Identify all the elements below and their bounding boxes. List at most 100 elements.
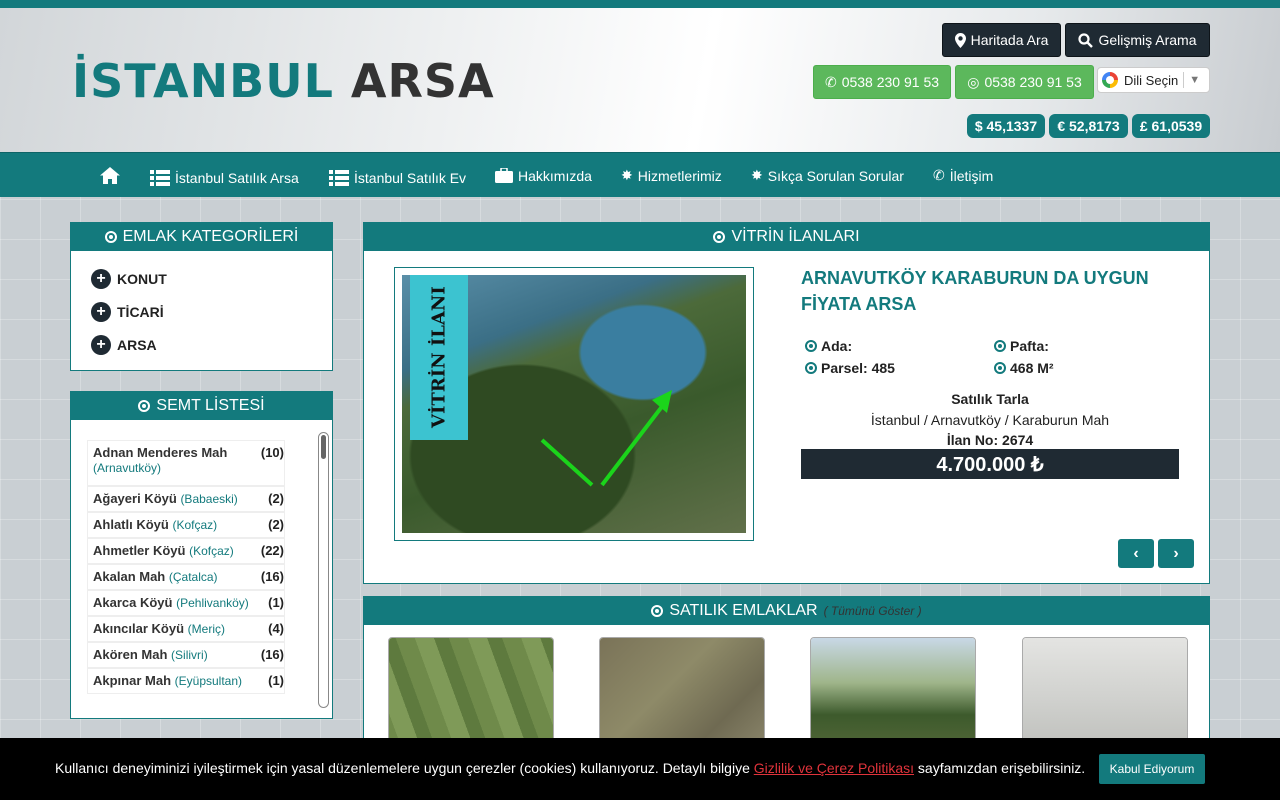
category-ticari[interactable]: + TİCARİ bbox=[91, 302, 164, 322]
semt-title: SEMT LİSTESİ bbox=[156, 397, 265, 414]
circle-dot-icon bbox=[994, 362, 1006, 374]
header: İSTANBUL ARSA Haritada Ara Gelişmiş Aram… bbox=[0, 8, 1280, 152]
nav-hizmetlerimiz[interactable]: ✸ Hizmetlerimiz bbox=[621, 153, 722, 198]
nav-label: İletişim bbox=[949, 167, 994, 184]
semt-name: Akarca Köyü bbox=[93, 595, 173, 610]
semt-name: Akalan Mah bbox=[93, 569, 166, 584]
semt-name: Ağayeri Köyü bbox=[93, 491, 177, 506]
category-konut[interactable]: + KONUT bbox=[91, 269, 167, 289]
plus-circle-icon: + bbox=[91, 302, 111, 322]
nav-satilik-ev[interactable]: İstanbul Satılık Ev bbox=[329, 155, 466, 200]
next-button[interactable]: › bbox=[1158, 539, 1194, 568]
advanced-search-button[interactable]: Gelişmiş Arama bbox=[1065, 23, 1210, 57]
list-item[interactable]: Akören Mah (Silivri) (16) bbox=[87, 642, 285, 668]
show-all-link[interactable]: ( Tümünü Göster ) bbox=[824, 604, 922, 618]
semt-header: SEMT LİSTESİ bbox=[71, 392, 332, 420]
search-icon bbox=[1078, 32, 1094, 48]
semt-scrollbar[interactable] bbox=[318, 432, 329, 708]
nav-sss[interactable]: ✸ Sıkça Sorulan Sorular bbox=[751, 153, 904, 198]
vitrin-ribbon: VİTRİN İLANI bbox=[410, 275, 468, 440]
circle-dot-icon bbox=[104, 231, 117, 243]
eur-rate: € 52,8173 bbox=[1049, 114, 1128, 138]
logo-part-2: ARSA bbox=[350, 54, 495, 108]
nav-home[interactable] bbox=[100, 153, 120, 198]
scrollbar-thumb[interactable] bbox=[321, 435, 326, 459]
privacy-policy-link[interactable]: Gizlilik ve Çerez Politikası bbox=[754, 760, 914, 776]
list-item[interactable]: Ahlatlı Köyü (Kofçaz) (2) bbox=[87, 512, 285, 538]
divider bbox=[1183, 72, 1185, 88]
nav-label: Hizmetlerimiz bbox=[637, 167, 722, 184]
ada-info: Ada: bbox=[805, 338, 852, 354]
list-item[interactable]: Akalan Mah (Çatalca) (16) bbox=[87, 564, 285, 590]
category-label: KONUT bbox=[117, 271, 167, 287]
language-selector[interactable]: Dili Seçin ▼ bbox=[1097, 67, 1210, 93]
vitrin-header: VİTRİN İLANLARI bbox=[364, 223, 1209, 251]
green-arrow-icon bbox=[540, 390, 672, 487]
circle-dot-icon bbox=[805, 362, 817, 374]
map-search-button[interactable]: Haritada Ara bbox=[942, 23, 1061, 57]
semt-count: (2) bbox=[268, 517, 284, 532]
semt-name: Akpınar Mah bbox=[93, 673, 172, 688]
circle-dot-icon bbox=[994, 340, 1006, 352]
list-item[interactable]: Akıncılar Köyü (Meriç) (4) bbox=[87, 616, 285, 642]
semt-district: (Meriç) bbox=[187, 622, 225, 636]
semt-name: Ahlatlı Köyü bbox=[93, 517, 169, 532]
semt-count: (10) bbox=[260, 445, 284, 460]
list-icon bbox=[329, 169, 349, 186]
semt-count: (2) bbox=[268, 491, 284, 506]
listing-title[interactable]: ARNAVUTKÖY KARABURUN DA UYGUN FİYATA ARS… bbox=[801, 265, 1171, 317]
main-nav: İstanbul Satılık Arsa İstanbul Satılık E… bbox=[0, 152, 1280, 197]
semt-count: (16) bbox=[260, 647, 284, 662]
list-item[interactable]: Akpınar Mah (Eyüpsultan) (1) bbox=[87, 668, 285, 694]
semt-district: (Pehlivanköy) bbox=[176, 596, 249, 610]
home-icon bbox=[100, 167, 120, 184]
list-item[interactable]: Ahmetler Köyü (Kofçaz) (22) bbox=[87, 538, 285, 564]
vitrin-title: VİTRİN İLANLARI bbox=[731, 228, 860, 245]
parsel-info: Parsel: 485 bbox=[805, 360, 895, 376]
semt-panel: SEMT LİSTESİ Adnan Menderes Mah (Arnavutk… bbox=[70, 391, 333, 719]
phone-label: 0538 230 91 53 bbox=[841, 74, 940, 90]
nav-iletisim[interactable]: ✆ İletişim bbox=[933, 153, 993, 198]
category-arsa[interactable]: + ARSA bbox=[91, 335, 157, 355]
nav-satilik-arsa[interactable]: İstanbul Satılık Arsa bbox=[150, 155, 299, 200]
categories-panel: EMLAK KATEGORİLERİ + KONUT + TİCARİ + AR… bbox=[70, 222, 333, 371]
semt-count: (16) bbox=[260, 569, 284, 584]
nav-label: Sıkça Sorulan Sorular bbox=[767, 167, 904, 184]
gbp-rate: £ 61,0539 bbox=[1132, 114, 1210, 138]
gear-icon: ✸ bbox=[621, 167, 633, 183]
whatsapp-button[interactable]: ◎ 0538 230 91 53 bbox=[955, 65, 1094, 99]
phone-icon: ✆ bbox=[824, 73, 837, 90]
listing-type: Satılık Tarla bbox=[951, 391, 1029, 407]
semt-list: Adnan Menderes Mah (Arnavutköy) (10) Ağay… bbox=[87, 440, 287, 702]
logo-part-1: İSTANBUL bbox=[72, 54, 334, 108]
plus-circle-icon: + bbox=[91, 335, 111, 355]
semt-district: (Çatalca) bbox=[168, 570, 218, 584]
semt-name: Ahmetler Köyü bbox=[93, 543, 186, 558]
list-item[interactable]: Adnan Menderes Mah (Arnavutköy) (10) bbox=[87, 440, 285, 486]
pafta-info: Pafta: bbox=[994, 338, 1049, 354]
categories-title: EMLAK KATEGORİLERİ bbox=[122, 228, 299, 245]
prev-button[interactable]: ‹ bbox=[1118, 539, 1154, 568]
list-item[interactable]: Akarca Köyü (Pehlivanköy) (1) bbox=[87, 590, 285, 616]
pafta-label: Pafta: bbox=[1010, 338, 1049, 354]
vitrin-panel: VİTRİN İLANLARI VİTRİN İLANI ARNAVUTKÖY … bbox=[363, 222, 1210, 584]
briefcase-icon bbox=[495, 168, 513, 183]
nav-hakkimizda[interactable]: Hakkımızda bbox=[495, 153, 592, 198]
chevron-left-icon: ‹ bbox=[1133, 544, 1139, 562]
listing-number: İlan No: 2674 bbox=[946, 432, 1034, 448]
phone-button[interactable]: ✆ 0538 230 91 53 bbox=[813, 65, 951, 99]
site-logo[interactable]: İSTANBUL ARSA bbox=[72, 54, 495, 108]
advanced-search-label: Gelişmiş Arama bbox=[1098, 32, 1197, 48]
plus-circle-icon: + bbox=[91, 269, 111, 289]
vitrin-image[interactable]: VİTRİN İLANI bbox=[394, 267, 754, 541]
accept-cookies-button[interactable]: Kabul Ediyorum bbox=[1099, 754, 1205, 784]
parsel-label: Parsel: 485 bbox=[821, 360, 895, 376]
list-item[interactable]: Ağayeri Köyü (Babaeski) (2) bbox=[87, 486, 285, 512]
nav-label: Hakkımızda bbox=[518, 167, 592, 184]
semt-name: Akören Mah bbox=[93, 647, 168, 662]
usd-rate: $ 45,1337 bbox=[967, 114, 1045, 138]
category-label: ARSA bbox=[117, 337, 157, 353]
semt-name: Akıncılar Köyü bbox=[93, 621, 185, 636]
semt-count: (1) bbox=[268, 595, 284, 610]
semt-district: (Eyüpsultan) bbox=[174, 674, 243, 688]
